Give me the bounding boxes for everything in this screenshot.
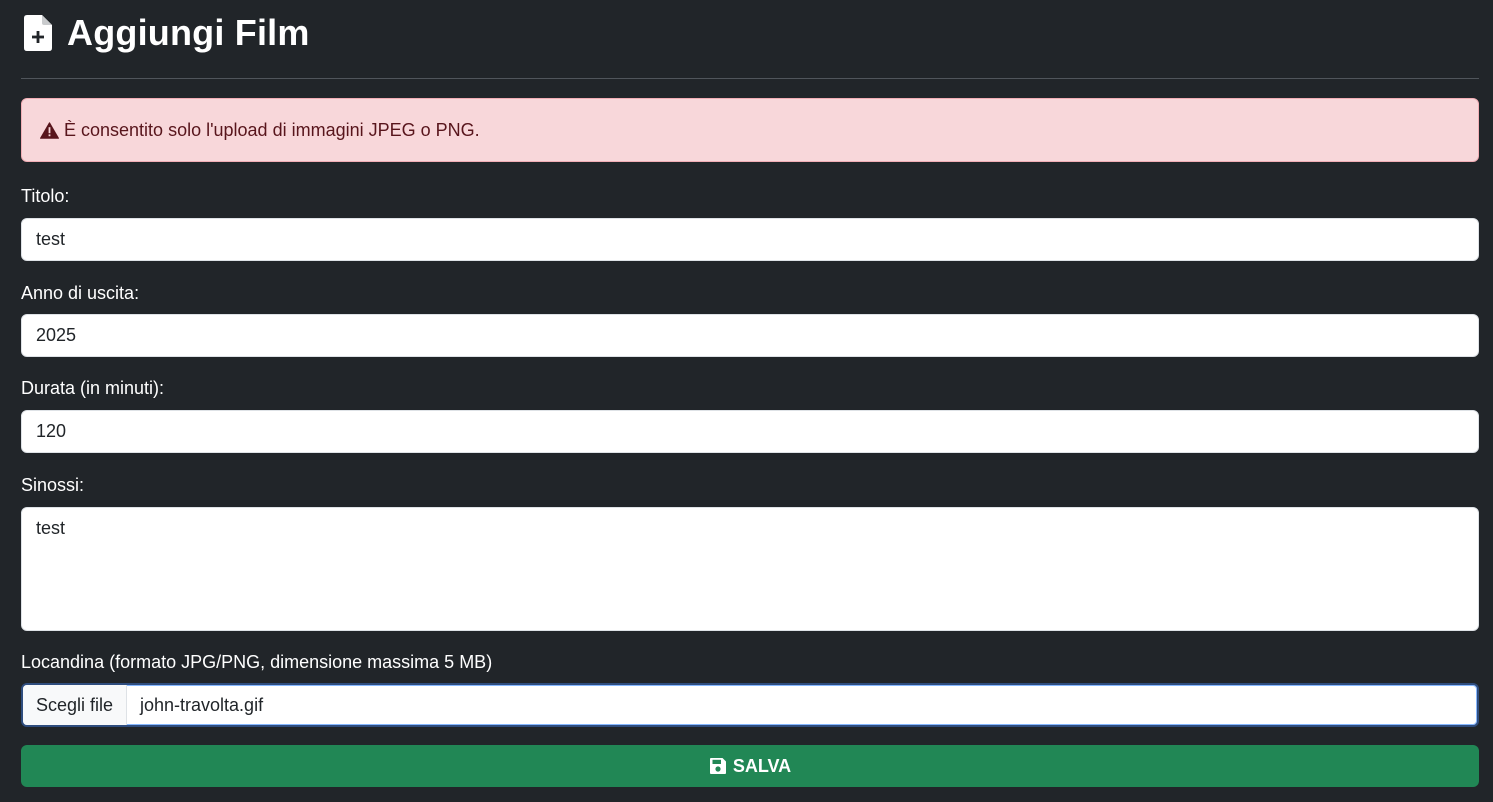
year-label: Anno di uscita: [21,283,140,303]
file-plus-icon [23,14,53,52]
poster-file-input[interactable]: Scegli file john-travolta.gif [21,683,1479,727]
page-header: Aggiungi Film [21,0,1479,62]
add-film-page: Aggiungi Film È consentito solo l'upload… [0,0,1493,802]
synopsis-label: Sinossi: [21,475,85,495]
warning-triangle-icon [40,121,59,139]
duration-label: Durata (in minuti): [21,378,165,398]
selected-file-name: john-travolta.gif [140,694,264,715]
alert-message: È consentito solo l'upload di immagini J… [64,119,480,140]
poster-label: Locandina (formato JPG/PNG, dimensione m… [21,652,493,672]
year-input[interactable]: 2025 [21,314,1479,357]
title-input[interactable]: test [21,218,1479,261]
synopsis-textarea[interactable]: test [21,507,1479,631]
save-button[interactable]: SALVA [21,745,1479,787]
title-label: Titolo: [21,186,70,206]
choose-file-button[interactable]: Scegli file [23,685,127,725]
duration-input[interactable]: 120 [21,410,1479,453]
save-button-label: SALVA [732,755,792,776]
header-divider [21,78,1479,79]
error-alert: È consentito solo l'upload di immagini J… [21,98,1479,162]
page-title: Aggiungi Film [67,12,310,53]
floppy-disk-icon [709,757,727,775]
